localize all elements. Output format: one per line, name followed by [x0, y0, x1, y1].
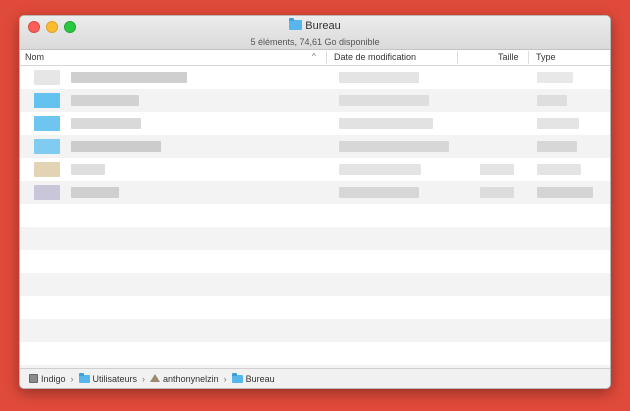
path-item-bureau[interactable]: Bureau: [231, 372, 275, 384]
window-title-text: Bureau: [305, 20, 341, 32]
list-item: [20, 204, 610, 227]
date-redacted: [339, 95, 429, 106]
date-redacted: [339, 187, 419, 198]
date-redacted: [339, 164, 421, 175]
column-header: Nom ^ Date de modification Taille Type: [20, 50, 610, 66]
file-name-redacted: [71, 164, 105, 175]
column-size-header[interactable]: Taille: [498, 52, 519, 62]
path-bar: Indigo › Utilisateurs › anthonynelzin › Bureau: [20, 368, 610, 388]
folder-icon: [289, 18, 303, 30]
date-redacted: [339, 141, 449, 152]
file-name-redacted: [71, 72, 187, 83]
list-item[interactable]: [20, 181, 610, 204]
size-redacted: [480, 164, 514, 175]
column-divider[interactable]: [326, 51, 327, 64]
home-icon: [150, 373, 161, 382]
column-date-header[interactable]: Date de modification: [334, 52, 416, 62]
file-list[interactable]: [20, 66, 610, 369]
list-item: [20, 273, 610, 296]
path-item-indigo[interactable]: Indigo: [29, 373, 66, 384]
file-icon: [34, 185, 60, 200]
file-icon: [34, 162, 60, 177]
folder-icon: [231, 372, 243, 383]
list-item: [20, 342, 610, 365]
list-item[interactable]: [20, 89, 610, 112]
list-item: [20, 250, 610, 273]
column-type-header[interactable]: Type: [536, 52, 556, 62]
column-divider[interactable]: [457, 51, 458, 64]
list-item[interactable]: [20, 135, 610, 158]
chevron-up-icon[interactable]: ^: [312, 52, 316, 61]
type-redacted: [537, 141, 577, 152]
chevron-right-icon: ›: [223, 373, 227, 384]
date-redacted: [339, 118, 433, 129]
date-redacted: [339, 72, 419, 83]
path-item-utilisateurs[interactable]: Utilisateurs: [78, 372, 137, 384]
column-divider[interactable]: [528, 51, 529, 64]
hard-disk-icon: [29, 373, 38, 383]
type-redacted: [537, 164, 581, 175]
list-item: [20, 319, 610, 342]
folder-icon: [34, 116, 60, 131]
status-text: 5 éléments, 74,61 Go disponible: [250, 37, 380, 47]
type-redacted: [537, 187, 593, 198]
chevron-right-icon: ›: [142, 373, 146, 384]
path-item-home[interactable]: anthonynelzin: [150, 373, 219, 384]
column-name-header[interactable]: Nom: [25, 52, 44, 62]
type-redacted: [537, 95, 567, 106]
window-title: Bureau: [20, 18, 610, 32]
title-bar[interactable]: Bureau 5 éléments, 74,61 Go disponible: [20, 16, 610, 50]
type-redacted: [537, 72, 573, 83]
list-item[interactable]: [20, 66, 610, 89]
list-item: [20, 296, 610, 319]
file-name-redacted: [71, 118, 141, 129]
list-item[interactable]: [20, 158, 610, 181]
list-item: [20, 227, 610, 250]
chevron-right-icon: ›: [70, 373, 74, 384]
file-name-redacted: [71, 187, 119, 198]
type-redacted: [537, 118, 579, 129]
size-redacted: [480, 187, 514, 198]
list-item[interactable]: [20, 112, 610, 135]
finder-window: Bureau 5 éléments, 74,61 Go disponible N…: [19, 15, 611, 389]
file-name-redacted: [71, 141, 161, 152]
folder-icon: [34, 139, 60, 154]
file-icon: [34, 70, 60, 85]
file-name-redacted: [71, 95, 139, 106]
folder-icon: [34, 93, 60, 108]
folder-icon: [78, 372, 90, 383]
